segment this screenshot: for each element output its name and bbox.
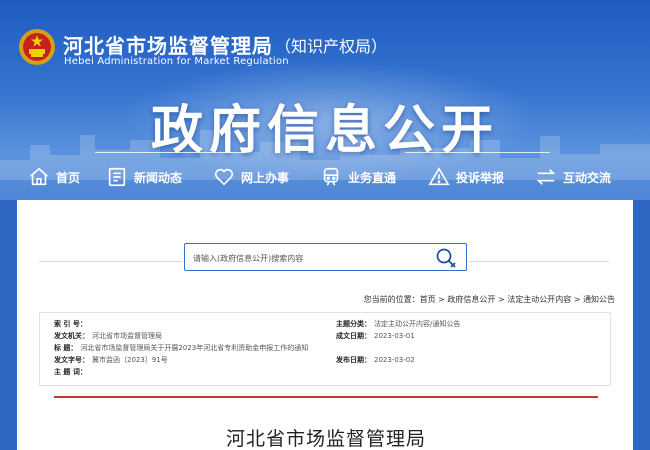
divider-left	[39, 261, 182, 262]
agency-subtitle: （知识产权局）	[275, 37, 388, 56]
nav-item-interaction[interactable]: 互动交流	[535, 164, 611, 190]
meta-topic: 主题分类： 法定主动公开内容/通知公告	[336, 320, 461, 328]
breadcrumb-prefix: 您当前的位置：	[363, 295, 420, 304]
meta-docno: 发文字号： 冀市监函〔2023〕91号	[54, 356, 168, 364]
news-icon	[108, 167, 126, 187]
meta-keywords: 主 题 词：	[54, 368, 87, 376]
breadcrumb-home[interactable]: 首页	[420, 295, 436, 304]
nav-label: 互动交流	[563, 170, 612, 185]
content-card: 您当前的位置：首页 > 政府信息公开 > 法定主动公开内容 > 通知公告 索 引…	[17, 200, 633, 450]
nav-label: 首页	[56, 170, 81, 185]
meta-issuer: 发文机关： 河北省市场监督管理局	[54, 332, 162, 340]
meta-index: 索 引 号：	[54, 320, 87, 328]
nav-label: 新闻动态	[134, 170, 183, 185]
agency-name-english: Hebei Administration for Market Regulati…	[64, 56, 289, 67]
meta-pubdate: 发布日期： 2023-03-02	[336, 356, 415, 364]
agency-name: 河北省市场监督管理局	[63, 34, 273, 58]
divider-right	[469, 261, 609, 262]
train-icon	[323, 167, 339, 186]
breadcrumb-gov-info[interactable]: 政府信息公开	[447, 295, 495, 304]
nav-label: 网上办事	[241, 170, 290, 185]
search-input[interactable]	[193, 250, 423, 266]
nav-label: 投诉举报	[456, 170, 505, 185]
nav-item-online-service[interactable]: 网上办事	[213, 164, 289, 190]
meta-title: 标 题： 河北省市场监督管理局关于开展2023年河北省专利资助金申报工作的通知	[54, 344, 309, 352]
title-rule-right	[405, 152, 550, 153]
exchange-icon	[536, 169, 556, 185]
home-icon	[30, 167, 48, 186]
breadcrumb-notices[interactable]: 通知公告	[583, 295, 615, 304]
document-heading: 河北省市场监督管理局	[225, 428, 426, 450]
main-nav: 首页 新闻动态 网上办事 业务直通 投诉举报 互动交流	[0, 160, 650, 196]
national-emblem-icon	[19, 29, 55, 65]
breadcrumb-statutory[interactable]: 法定主动公开内容	[507, 295, 571, 304]
nav-label: 业务直通	[348, 170, 397, 185]
nav-item-home[interactable]: 首页	[28, 164, 80, 190]
title-rule-left	[95, 152, 245, 153]
search-icon[interactable]	[434, 246, 458, 270]
nav-item-complaint[interactable]: 投诉举报	[428, 164, 504, 190]
heart-icon	[214, 168, 234, 186]
search-bar	[184, 243, 467, 271]
nav-item-news[interactable]: 新闻动态	[106, 164, 182, 190]
document-meta-table: 索 引 号： 主题分类： 法定主动公开内容/通知公告 发文机关： 河北省市场监督管理…	[39, 312, 611, 386]
nav-item-business[interactable]: 业务直通	[320, 164, 396, 190]
meta-created: 成文日期： 2023-03-01	[336, 332, 415, 340]
document-body: 河北省市场监督管理局	[54, 396, 598, 450]
breadcrumb: 您当前的位置：首页 > 政府信息公开 > 法定主动公开内容 > 通知公告	[363, 295, 615, 304]
warning-icon	[428, 167, 450, 186]
